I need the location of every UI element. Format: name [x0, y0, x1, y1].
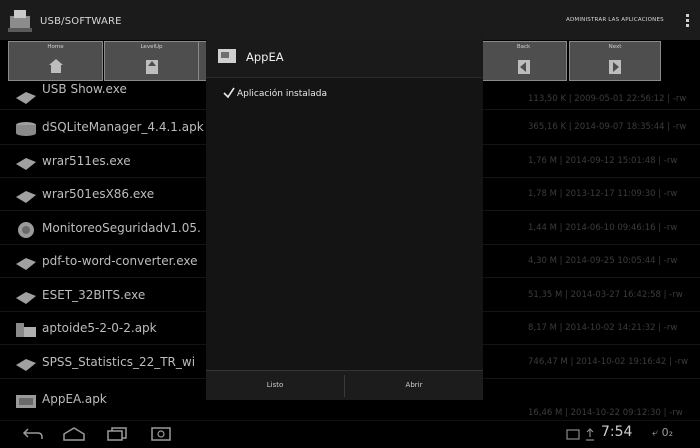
file-meta: 1,44 M | 2014-06-10 09:46:16 | -rw	[528, 223, 678, 233]
apk-file-icon	[16, 395, 36, 408]
navigation-bar: 7:54 ⤶ 0₂	[0, 420, 700, 448]
open-button[interactable]: Abrir	[345, 371, 483, 400]
app-title: USB/SOFTWARE	[40, 16, 122, 27]
file-meta: 51,35 M | 2014-03-27 16:42:58 | -rw	[528, 290, 683, 300]
next-label: Next	[608, 44, 622, 50]
file-name: pdf-to-word-converter.exe	[42, 254, 198, 268]
file-meta: 4,30 M | 2014-09-25 10:05:44 | -rw	[528, 256, 678, 266]
clock[interactable]: 7:54	[601, 424, 632, 440]
app-icon	[218, 49, 236, 63]
level-up-button[interactable]: LevelUp	[104, 41, 199, 81]
file-name: SPSS_Statistics_22_TR_wi	[42, 355, 196, 369]
database-file-icon	[16, 122, 36, 136]
file-meta: 16,46 M | 2014-10-22 09:12:30 | -rw	[528, 408, 683, 418]
file-icon	[16, 258, 36, 270]
back-label: Back	[516, 44, 531, 50]
level-up-label: LevelUp	[140, 44, 163, 50]
apk-file-icon	[16, 323, 36, 337]
file-meta: 8,17 M | 2014-10-02 14:21:32 | -rw	[528, 323, 678, 333]
file-meta: 113,50 K | 2009-05-01 22:56:12 | -rw	[528, 94, 687, 104]
file-name: ESET_32BITS.exe	[42, 288, 146, 302]
next-button[interactable]: Next	[569, 41, 661, 81]
gallery-notification-icon	[566, 429, 580, 440]
file-meta: 746,47 M | 2014-10-02 19:16:42 | -rw	[528, 357, 689, 367]
manage-apps-action[interactable]: ADMINISTRAR LAS APLICACIONES	[566, 17, 664, 23]
checkmark-icon	[223, 87, 235, 99]
next-icon	[609, 60, 621, 74]
file-manager-app-icon[interactable]	[6, 6, 36, 34]
file-name: wrar501esX86.exe	[42, 187, 155, 201]
file-name: MonitoreoSeguridadv1.05.	[42, 221, 201, 235]
back-nav-icon[interactable]	[22, 427, 44, 441]
file-name: wrar511es.exe	[42, 154, 131, 168]
dialog-button-bar: Listo Abrir	[206, 370, 483, 400]
screenshot-icon[interactable]	[151, 427, 171, 441]
overflow-menu-icon[interactable]	[686, 14, 690, 28]
home-label: Home	[47, 44, 64, 50]
file-name: USB Show.exe	[42, 82, 127, 96]
dialog-title: AppEA	[246, 50, 284, 64]
upload-notification-icon	[586, 428, 594, 441]
file-icon	[16, 158, 36, 170]
home-button[interactable]: Home	[8, 41, 103, 81]
back-icon	[517, 60, 530, 74]
dialog-header: AppEA	[206, 33, 483, 77]
signal-status: ⤶ 0₂	[652, 426, 674, 439]
file-icon	[16, 92, 36, 104]
home-nav-icon[interactable]	[62, 427, 86, 441]
install-status-message: Aplicación instalada	[237, 89, 328, 99]
divider	[206, 77, 483, 78]
file-meta: 1,78 M | 2013-12-17 11:09:30 | -rw	[528, 189, 678, 199]
done-button[interactable]: Listo	[206, 371, 344, 400]
back-button[interactable]: Back	[480, 41, 567, 81]
file-icon	[16, 292, 36, 304]
file-meta: 1,76 M | 2014-09-12 15:01:48 | -rw	[528, 156, 678, 166]
file-name: dSQLiteManager_4.4.1.apk	[42, 120, 204, 134]
home-icon	[48, 59, 63, 73]
shield-icon	[18, 222, 34, 238]
file-name: aptoide5-2-0-2.apk	[42, 321, 157, 335]
level-up-icon	[145, 60, 158, 74]
file-meta: 365,16 K | 2014-09-07 18:35:44 | -rw	[528, 122, 687, 132]
install-dialog: AppEA Aplicación instalada Listo Abrir	[206, 33, 483, 400]
file-icon	[16, 191, 36, 203]
file-icon	[16, 359, 36, 371]
file-name: AppEA.apk	[42, 392, 107, 406]
recent-apps-icon[interactable]	[106, 427, 128, 441]
